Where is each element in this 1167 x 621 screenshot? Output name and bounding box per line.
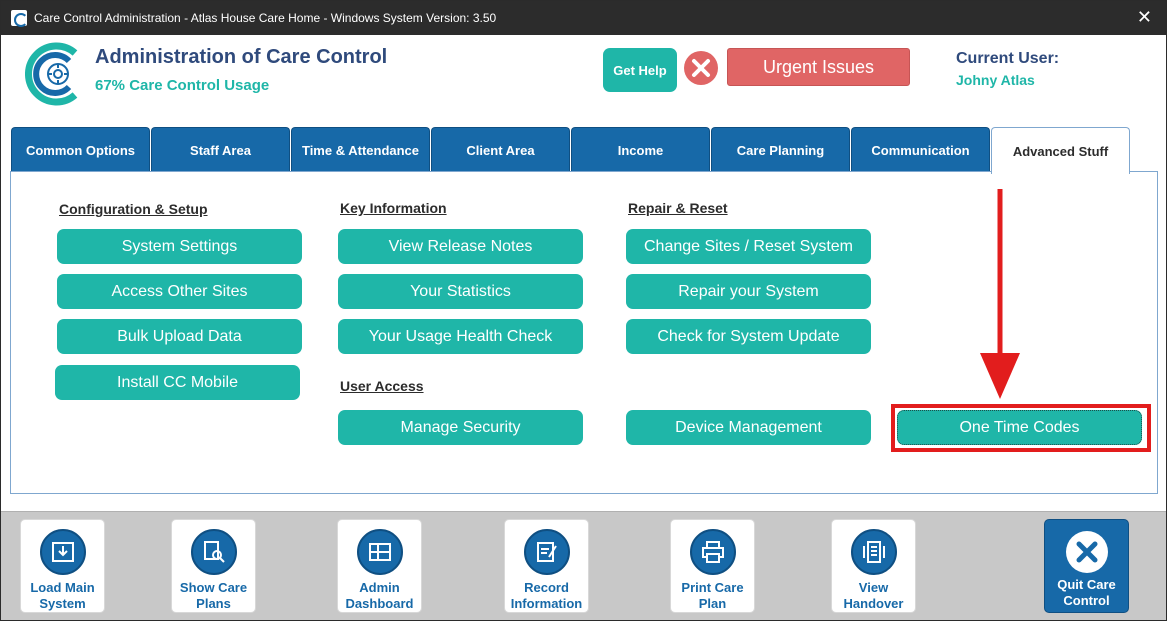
dashboard-icon: [357, 529, 403, 575]
tab-common-options[interactable]: Common Options: [11, 127, 150, 172]
urgent-issues-button[interactable]: Urgent Issues: [727, 48, 910, 86]
nav-label: Load Main System: [30, 580, 95, 611]
your-statistics-button[interactable]: Your Statistics: [338, 274, 583, 309]
section-heading-repair-reset: Repair & Reset: [628, 200, 728, 216]
nav-label: Record Information: [510, 580, 583, 611]
nav-label: View Handover: [843, 580, 904, 611]
change-sites-reset-button[interactable]: Change Sites / Reset System: [626, 229, 871, 264]
usage-indicator: 67% Care Control Usage: [95, 77, 270, 94]
quit-care-control-button[interactable]: Quit Care Control: [1044, 519, 1129, 613]
load-system-icon: [40, 529, 86, 575]
print-care-plan-button[interactable]: Print Care Plan: [670, 519, 755, 613]
nav-label: Quit Care Control: [1057, 577, 1116, 608]
tab-communication[interactable]: Communication: [851, 127, 990, 172]
tab-staff-area[interactable]: Staff Area: [151, 127, 290, 172]
load-main-system-button[interactable]: Load Main System: [20, 519, 105, 613]
usage-health-check-button[interactable]: Your Usage Health Check: [338, 319, 583, 354]
quit-icon: [1066, 531, 1108, 573]
view-handover-button[interactable]: View Handover: [831, 519, 916, 613]
care-plans-icon: [191, 529, 237, 575]
repair-system-button[interactable]: Repair your System: [626, 274, 871, 309]
urgent-alert-icon[interactable]: [683, 50, 719, 86]
section-heading-user-access: User Access: [340, 378, 424, 394]
device-management-button[interactable]: Device Management: [626, 410, 871, 445]
show-care-plans-button[interactable]: Show Care Plans: [171, 519, 256, 613]
admin-dashboard-button[interactable]: Admin Dashboard: [337, 519, 422, 613]
tab-time-attendance[interactable]: Time & Attendance: [291, 127, 430, 172]
tab-care-planning[interactable]: Care Planning: [711, 127, 850, 172]
system-settings-button[interactable]: System Settings: [57, 229, 302, 264]
nav-label: Show Care Plans: [179, 580, 248, 611]
window-title: Care Control Administration - Atlas Hous…: [34, 11, 497, 25]
access-other-sites-button[interactable]: Access Other Sites: [57, 274, 302, 309]
view-release-notes-button[interactable]: View Release Notes: [338, 229, 583, 264]
red-arrow-annotation: [980, 189, 1020, 399]
app-window: Care Control Administration - Atlas Hous…: [0, 0, 1167, 621]
care-control-logo-icon: [25, 42, 78, 106]
page-title: Administration of Care Control: [95, 46, 388, 68]
close-icon[interactable]: ✕: [1137, 8, 1152, 26]
get-help-button[interactable]: Get Help: [603, 48, 677, 92]
check-system-update-button[interactable]: Check for System Update: [626, 319, 871, 354]
tab-client-area[interactable]: Client Area: [431, 127, 570, 172]
tab-advanced-stuff[interactable]: Advanced Stuff: [991, 127, 1130, 174]
app-logo-icon: [11, 10, 28, 27]
printer-icon: [690, 529, 736, 575]
record-information-button[interactable]: Record Information: [504, 519, 589, 613]
tab-income[interactable]: Income: [571, 127, 710, 172]
section-heading-key-information: Key Information: [340, 200, 447, 216]
bulk-upload-data-button[interactable]: Bulk Upload Data: [57, 319, 302, 354]
record-icon: [524, 529, 570, 575]
section-heading-configuration: Configuration & Setup: [59, 201, 208, 217]
current-user-label: Current User:: [956, 50, 1060, 67]
install-cc-mobile-button[interactable]: Install CC Mobile: [55, 365, 300, 400]
nav-label: Admin Dashboard: [345, 580, 414, 611]
manage-security-button[interactable]: Manage Security: [338, 410, 583, 445]
title-bar: Care Control Administration - Atlas Hous…: [1, 1, 1166, 35]
highlight-box: [891, 404, 1151, 452]
current-user-name: Johny Atlas: [956, 72, 1035, 88]
nav-label: Print Care Plan: [681, 580, 744, 611]
handover-icon: [851, 529, 897, 575]
